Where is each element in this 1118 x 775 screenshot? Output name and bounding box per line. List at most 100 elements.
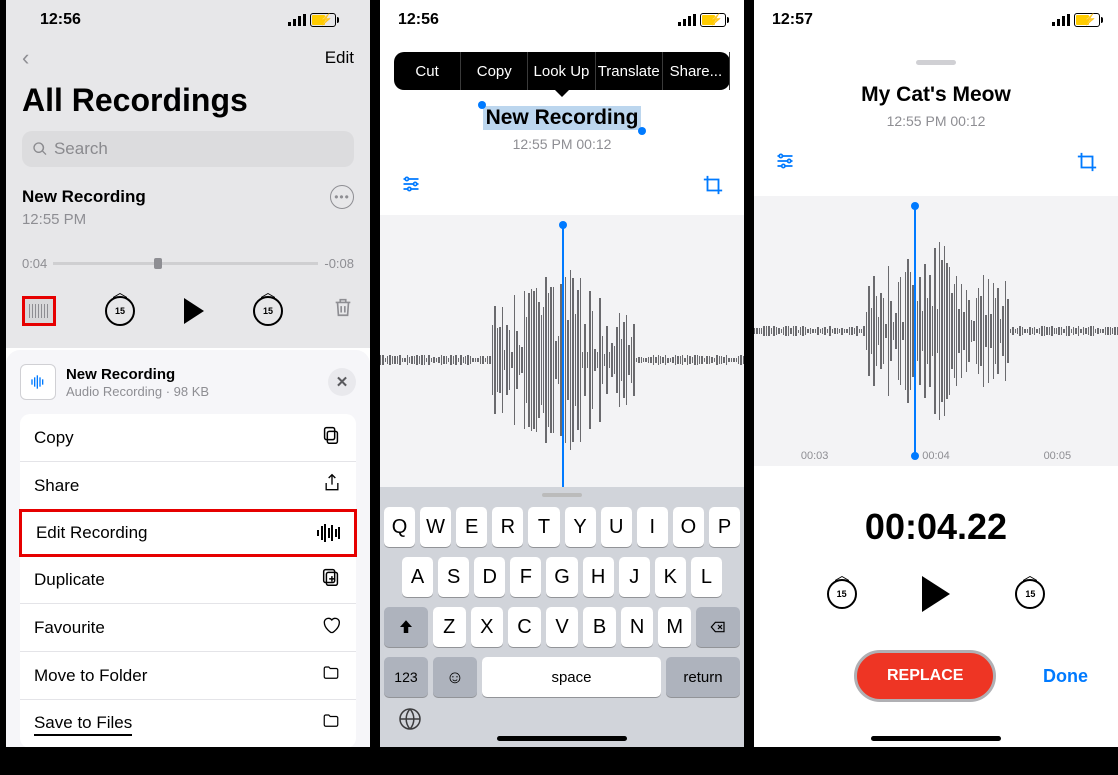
status-time: 12:57: [772, 11, 813, 29]
keyboard: QWERTYUIOP ASDFGHJKL ZXCVBNM 123 ☺ space…: [380, 487, 744, 747]
trash-icon[interactable]: [332, 295, 354, 326]
key-h[interactable]: H: [583, 557, 614, 597]
menu-translate[interactable]: Translate: [596, 52, 663, 90]
waveform-button[interactable]: [22, 296, 56, 326]
heart-icon: [320, 615, 342, 641]
scrubber[interactable]: 0:04 -0:08: [22, 256, 354, 271]
signal-icon: [288, 14, 306, 26]
recording-title-input[interactable]: New Recording: [483, 106, 642, 130]
play-button[interactable]: [922, 576, 950, 612]
back-chevron-icon[interactable]: ‹: [22, 45, 29, 71]
waveform-view[interactable]: 00:03 00:04 00:05: [754, 196, 1118, 466]
screen-all-recordings: 12:56 ⚡ ‹ Edit All Recordings Search New…: [6, 0, 370, 747]
key-x[interactable]: X: [471, 607, 504, 647]
recording-name: New Recording: [22, 187, 146, 207]
sheet-save[interactable]: Save to Files: [20, 700, 356, 747]
play-button[interactable]: [184, 298, 204, 324]
key-y[interactable]: Y: [565, 507, 596, 547]
search-placeholder: Search: [54, 139, 108, 159]
key-u[interactable]: U: [601, 507, 632, 547]
crop-icon[interactable]: [702, 174, 724, 201]
text-context-menu: Cut Copy Look Up Translate Share...: [394, 52, 730, 90]
skip-forward-button[interactable]: 15: [1015, 579, 1045, 609]
key-t[interactable]: T: [528, 507, 559, 547]
space-key[interactable]: space: [482, 657, 661, 697]
skip-back-button[interactable]: 15: [105, 296, 135, 326]
key-l[interactable]: L: [691, 557, 722, 597]
key-b[interactable]: B: [583, 607, 616, 647]
key-g[interactable]: G: [546, 557, 577, 597]
close-button[interactable]: ✕: [328, 368, 356, 396]
search-icon: [32, 141, 48, 157]
playhead[interactable]: [914, 206, 916, 456]
key-n[interactable]: N: [621, 607, 654, 647]
battery-icon: ⚡: [700, 13, 726, 27]
waveform-view[interactable]: [380, 215, 744, 505]
time-display: 00:04.22: [754, 506, 1118, 548]
search-input[interactable]: Search: [22, 131, 354, 167]
recording-subtitle: 12:55 PM 00:12: [380, 136, 744, 152]
key-v[interactable]: V: [546, 607, 579, 647]
key-e[interactable]: E: [456, 507, 487, 547]
key-w[interactable]: W: [420, 507, 451, 547]
settings-slider-icon[interactable]: [400, 174, 422, 201]
playhead[interactable]: [562, 225, 564, 495]
menu-copy[interactable]: Copy: [461, 52, 528, 90]
key-d[interactable]: D: [474, 557, 505, 597]
sheet-handle[interactable]: [916, 60, 956, 65]
done-button[interactable]: Done: [1043, 666, 1088, 687]
emoji-key[interactable]: ☺: [433, 657, 477, 697]
sheet-move[interactable]: Move to Folder: [20, 652, 356, 700]
recording-item[interactable]: New Recording ••• 12:55 PM 0:04 -0:08 15…: [22, 181, 354, 348]
globe-icon[interactable]: [384, 707, 740, 737]
status-time: 12:56: [40, 11, 81, 29]
key-p[interactable]: P: [709, 507, 740, 547]
recording-time: 12:55 PM: [22, 211, 354, 228]
menu-lookup[interactable]: Look Up: [528, 52, 595, 90]
key-r[interactable]: R: [492, 507, 523, 547]
menu-cut[interactable]: Cut: [394, 52, 461, 90]
shift-key[interactable]: [384, 607, 428, 647]
menu-share[interactable]: Share...: [663, 52, 730, 90]
skip-back-button[interactable]: 15: [827, 579, 857, 609]
waveform-icon: [317, 524, 340, 542]
key-m[interactable]: M: [658, 607, 691, 647]
settings-slider-icon[interactable]: [774, 151, 796, 178]
scrub-position: 0:04: [22, 256, 47, 271]
status-bar: 12:57 ⚡: [754, 0, 1118, 40]
screen-edit-recording: 12:57 ⚡ My Cat's Meow 12:55 PM 00:12 00:…: [754, 0, 1118, 747]
backspace-key[interactable]: [696, 607, 740, 647]
recording-title[interactable]: My Cat's Meow: [754, 83, 1118, 107]
sheet-duplicate[interactable]: Duplicate: [20, 556, 356, 604]
key-i[interactable]: I: [637, 507, 668, 547]
battery-icon: ⚡: [1074, 13, 1100, 27]
key-j[interactable]: J: [619, 557, 650, 597]
home-indicator[interactable]: [871, 736, 1001, 741]
folder-icon: [320, 664, 342, 688]
more-icon[interactable]: •••: [330, 185, 354, 209]
return-key[interactable]: return: [666, 657, 740, 697]
key-o[interactable]: O: [673, 507, 704, 547]
share-icon: [322, 472, 342, 500]
crop-icon[interactable]: [1076, 151, 1098, 178]
time-ruler: 00:03 00:04 00:05: [754, 450, 1118, 462]
key-k[interactable]: K: [655, 557, 686, 597]
sheet-share[interactable]: Share: [20, 462, 356, 510]
scrub-remaining: -0:08: [324, 256, 354, 271]
sheet-edit-recording[interactable]: Edit Recording: [19, 509, 357, 557]
edit-button[interactable]: Edit: [325, 48, 354, 68]
key-q[interactable]: Q: [384, 507, 415, 547]
home-indicator[interactable]: [497, 736, 627, 741]
replace-button[interactable]: REPLACE: [854, 650, 996, 702]
key-f[interactable]: F: [510, 557, 541, 597]
status-bar: 12:56 ⚡: [22, 0, 354, 40]
numbers-key[interactable]: 123: [384, 657, 428, 697]
key-s[interactable]: S: [438, 557, 469, 597]
key-a[interactable]: A: [402, 557, 433, 597]
key-c[interactable]: C: [508, 607, 541, 647]
sheet-copy[interactable]: Copy: [20, 414, 356, 462]
status-time: 12:56: [398, 11, 439, 29]
skip-forward-button[interactable]: 15: [253, 296, 283, 326]
sheet-favourite[interactable]: Favourite: [20, 604, 356, 652]
key-z[interactable]: Z: [433, 607, 466, 647]
